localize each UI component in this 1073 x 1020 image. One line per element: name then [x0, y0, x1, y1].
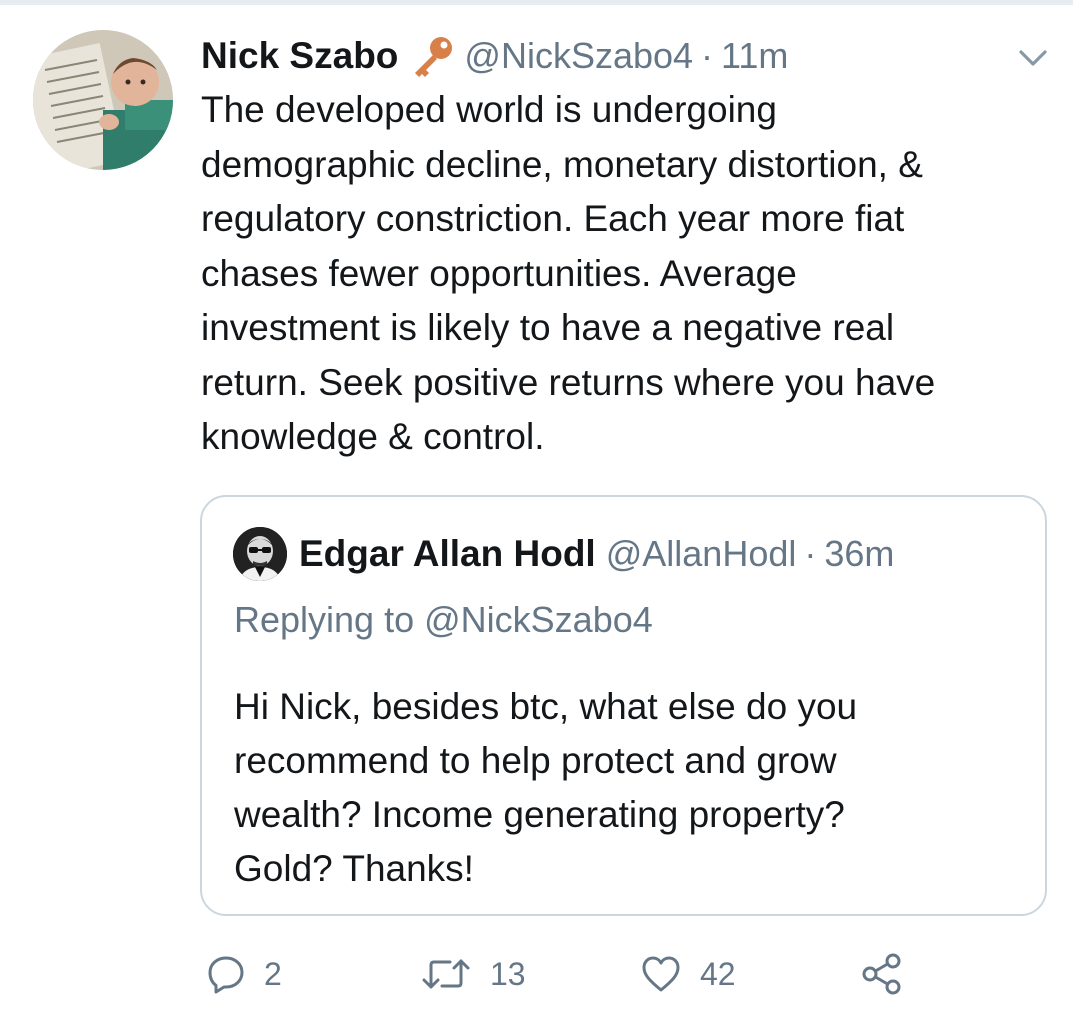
- quoted-author-handle: @AllanHodl: [605, 533, 797, 574]
- author-name[interactable]: Nick Szabo: [201, 35, 398, 77]
- replying-to-line: Replying to @NickSzabo4: [234, 599, 653, 641]
- top-divider: [0, 0, 1073, 5]
- share-button[interactable]: [860, 946, 904, 1002]
- retweet-count: 13: [490, 955, 526, 992]
- quoted-tweet-timestamp: 36m: [824, 533, 895, 574]
- tweet-actions-bar: 2 13 42: [200, 946, 960, 1002]
- quoted-avatar-photo: [233, 527, 287, 581]
- tweet-timestamp[interactable]: 11m: [721, 35, 788, 77]
- quoted-time-separator: ·: [804, 533, 817, 574]
- replying-to-label: Replying to: [234, 599, 415, 640]
- quoted-tweet-text: Hi Nick, besides btc, what else do you r…: [234, 686, 858, 889]
- key-icon: [408, 34, 456, 78]
- replying-to-mention[interactable]: @NickSzabo4: [424, 599, 653, 640]
- reply-button[interactable]: 2: [206, 946, 282, 1002]
- quoted-tweet-card[interactable]: Edgar Allan Hodl @AllanHodl · 36m Replyi…: [200, 495, 1047, 916]
- quoted-author-avatar[interactable]: [233, 527, 287, 581]
- share-icon: [862, 953, 901, 995]
- author-handle[interactable]: @NickSzabo4: [464, 35, 693, 77]
- heart-icon: [642, 956, 680, 992]
- quoted-tweet-header: Edgar Allan Hodl @AllanHodl · 36m: [299, 529, 894, 579]
- avatar-photo: [33, 30, 173, 170]
- retweet-icon: [422, 959, 470, 989]
- reply-icon: [208, 956, 244, 994]
- like-button[interactable]: 42: [640, 946, 736, 1002]
- time-separator: ·: [701, 35, 714, 76]
- tweet-text: The developed world is undergoing demogr…: [201, 89, 936, 457]
- tweet-header: Nick Szabo @NickSzabo4 · 11m: [201, 31, 788, 81]
- tweet-menu-chevron-down-icon[interactable]: [1015, 40, 1051, 76]
- reply-count: 2: [264, 955, 282, 992]
- author-avatar[interactable]: [33, 30, 173, 170]
- quoted-author-name: Edgar Allan Hodl: [299, 533, 596, 574]
- retweet-button[interactable]: 13: [420, 946, 526, 1002]
- like-count: 42: [700, 955, 736, 992]
